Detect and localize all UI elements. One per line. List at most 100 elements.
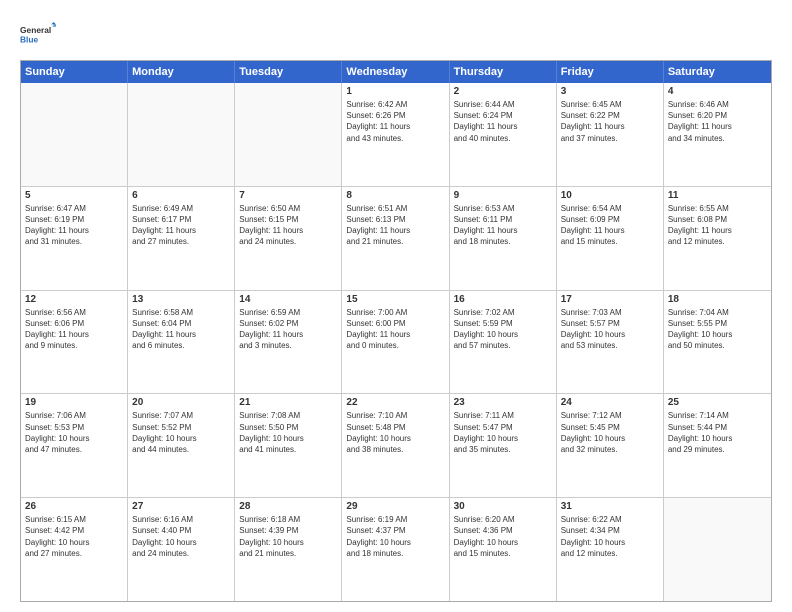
header-day: Friday: [557, 61, 664, 83]
day-info: Sunrise: 6:20 AM Sunset: 4:36 PM Dayligh…: [454, 514, 552, 559]
day-info: Sunrise: 6:44 AM Sunset: 6:24 PM Dayligh…: [454, 99, 552, 144]
calendar-cell: 13 Sunrise: 6:58 AM Sunset: 6:04 PM Dayli…: [128, 291, 235, 394]
day-info: Sunrise: 6:59 AM Sunset: 6:02 PM Dayligh…: [239, 307, 337, 352]
day-number: 23: [454, 397, 552, 408]
day-info: Sunrise: 7:12 AM Sunset: 5:45 PM Dayligh…: [561, 410, 659, 455]
day-number: 9: [454, 190, 552, 201]
day-number: 28: [239, 501, 337, 512]
day-info: Sunrise: 6:56 AM Sunset: 6:06 PM Dayligh…: [25, 307, 123, 352]
calendar-cell: 28 Sunrise: 6:18 AM Sunset: 4:39 PM Dayli…: [235, 498, 342, 601]
page: General Blue SundayMondayTuesdayWednesda…: [0, 0, 792, 612]
day-number: 2: [454, 86, 552, 97]
svg-text:Blue: Blue: [20, 34, 39, 44]
day-number: 24: [561, 397, 659, 408]
day-number: 30: [454, 501, 552, 512]
day-number: 21: [239, 397, 337, 408]
day-info: Sunrise: 7:03 AM Sunset: 5:57 PM Dayligh…: [561, 307, 659, 352]
day-info: Sunrise: 7:07 AM Sunset: 5:52 PM Dayligh…: [132, 410, 230, 455]
calendar-cell: 11 Sunrise: 6:55 AM Sunset: 6:08 PM Dayli…: [664, 187, 771, 290]
logo-svg: General Blue: [20, 16, 56, 52]
day-number: 27: [132, 501, 230, 512]
calendar-cell: 8Sunrise: 6:51 AM Sunset: 6:13 PM Daylig…: [342, 187, 449, 290]
calendar-cell: 15Sunrise: 7:00 AM Sunset: 6:00 PM Dayli…: [342, 291, 449, 394]
calendar-row: 5Sunrise: 6:47 AM Sunset: 6:19 PM Daylig…: [21, 187, 771, 291]
calendar-row: 19 Sunrise: 7:06 AM Sunset: 5:53 PM Dayli…: [21, 394, 771, 498]
day-number: 14: [239, 294, 337, 305]
day-number: 4: [668, 86, 767, 97]
day-info: Sunrise: 6:42 AM Sunset: 6:26 PM Dayligh…: [346, 99, 444, 144]
calendar-cell: 6Sunrise: 6:49 AM Sunset: 6:17 PM Daylig…: [128, 187, 235, 290]
calendar-cell: 22 Sunrise: 7:10 AM Sunset: 5:48 PM Dayli…: [342, 394, 449, 497]
calendar-cell: [664, 498, 771, 601]
day-number: 1: [346, 86, 444, 97]
header: General Blue: [20, 16, 772, 52]
header-day: Tuesday: [235, 61, 342, 83]
calendar-row: 12 Sunrise: 6:56 AM Sunset: 6:06 PM Dayli…: [21, 291, 771, 395]
calendar-cell: [21, 83, 128, 186]
calendar-cell: 14 Sunrise: 6:59 AM Sunset: 6:02 PM Dayli…: [235, 291, 342, 394]
calendar-cell: 30 Sunrise: 6:20 AM Sunset: 4:36 PM Dayli…: [450, 498, 557, 601]
calendar-cell: 27Sunrise: 6:16 AM Sunset: 4:40 PM Dayli…: [128, 498, 235, 601]
calendar-cell: 26 Sunrise: 6:15 AM Sunset: 4:42 PM Dayli…: [21, 498, 128, 601]
day-number: 10: [561, 190, 659, 201]
day-info: Sunrise: 7:10 AM Sunset: 5:48 PM Dayligh…: [346, 410, 444, 455]
calendar-row: 1 Sunrise: 6:42 AM Sunset: 6:26 PM Daylig…: [21, 83, 771, 187]
header-day: Monday: [128, 61, 235, 83]
header-day: Wednesday: [342, 61, 449, 83]
calendar-row: 26 Sunrise: 6:15 AM Sunset: 4:42 PM Dayli…: [21, 498, 771, 601]
day-number: 17: [561, 294, 659, 305]
day-number: 22: [346, 397, 444, 408]
calendar-cell: 29 Sunrise: 6:19 AM Sunset: 4:37 PM Dayli…: [342, 498, 449, 601]
calendar-cell: 31 Sunrise: 6:22 AM Sunset: 4:34 PM Dayli…: [557, 498, 664, 601]
day-number: 18: [668, 294, 767, 305]
day-info: Sunrise: 7:04 AM Sunset: 5:55 PM Dayligh…: [668, 307, 767, 352]
calendar-cell: 5Sunrise: 6:47 AM Sunset: 6:19 PM Daylig…: [21, 187, 128, 290]
calendar-cell: 20 Sunrise: 7:07 AM Sunset: 5:52 PM Dayli…: [128, 394, 235, 497]
calendar-cell: [235, 83, 342, 186]
calendar-cell: 18 Sunrise: 7:04 AM Sunset: 5:55 PM Dayli…: [664, 291, 771, 394]
day-info: Sunrise: 6:51 AM Sunset: 6:13 PM Dayligh…: [346, 203, 444, 248]
day-number: 3: [561, 86, 659, 97]
day-info: Sunrise: 6:46 AM Sunset: 6:20 PM Dayligh…: [668, 99, 767, 144]
day-number: 11: [668, 190, 767, 201]
calendar-cell: 10 Sunrise: 6:54 AM Sunset: 6:09 PM Dayli…: [557, 187, 664, 290]
header-day: Saturday: [664, 61, 771, 83]
header-day: Thursday: [450, 61, 557, 83]
day-info: Sunrise: 6:19 AM Sunset: 4:37 PM Dayligh…: [346, 514, 444, 559]
day-info: Sunrise: 6:58 AM Sunset: 6:04 PM Dayligh…: [132, 307, 230, 352]
day-number: 16: [454, 294, 552, 305]
calendar-cell: 21 Sunrise: 7:08 AM Sunset: 5:50 PM Dayli…: [235, 394, 342, 497]
day-info: Sunrise: 6:45 AM Sunset: 6:22 PM Dayligh…: [561, 99, 659, 144]
day-info: Sunrise: 6:47 AM Sunset: 6:19 PM Dayligh…: [25, 203, 123, 248]
calendar-cell: 23 Sunrise: 7:11 AM Sunset: 5:47 PM Dayli…: [450, 394, 557, 497]
calendar-cell: 7Sunrise: 6:50 AM Sunset: 6:15 PM Daylig…: [235, 187, 342, 290]
calendar-cell: 4 Sunrise: 6:46 AM Sunset: 6:20 PM Daylig…: [664, 83, 771, 186]
day-info: Sunrise: 6:55 AM Sunset: 6:08 PM Dayligh…: [668, 203, 767, 248]
day-number: 31: [561, 501, 659, 512]
day-info: Sunrise: 7:11 AM Sunset: 5:47 PM Dayligh…: [454, 410, 552, 455]
day-number: 13: [132, 294, 230, 305]
calendar-body: 1 Sunrise: 6:42 AM Sunset: 6:26 PM Daylig…: [21, 83, 771, 601]
day-info: Sunrise: 6:18 AM Sunset: 4:39 PM Dayligh…: [239, 514, 337, 559]
calendar-cell: 25Sunrise: 7:14 AM Sunset: 5:44 PM Dayli…: [664, 394, 771, 497]
day-info: Sunrise: 6:15 AM Sunset: 4:42 PM Dayligh…: [25, 514, 123, 559]
day-number: 20: [132, 397, 230, 408]
calendar-cell: 9Sunrise: 6:53 AM Sunset: 6:11 PM Daylig…: [450, 187, 557, 290]
calendar-cell: 24 Sunrise: 7:12 AM Sunset: 5:45 PM Dayli…: [557, 394, 664, 497]
calendar: SundayMondayTuesdayWednesdayThursdayFrid…: [20, 60, 772, 602]
calendar-cell: 19 Sunrise: 7:06 AM Sunset: 5:53 PM Dayli…: [21, 394, 128, 497]
day-info: Sunrise: 6:22 AM Sunset: 4:34 PM Dayligh…: [561, 514, 659, 559]
day-number: 6: [132, 190, 230, 201]
day-number: 12: [25, 294, 123, 305]
day-number: 26: [25, 501, 123, 512]
calendar-header: SundayMondayTuesdayWednesdayThursdayFrid…: [21, 61, 771, 83]
header-day: Sunday: [21, 61, 128, 83]
day-info: Sunrise: 6:50 AM Sunset: 6:15 PM Dayligh…: [239, 203, 337, 248]
day-info: Sunrise: 6:54 AM Sunset: 6:09 PM Dayligh…: [561, 203, 659, 248]
calendar-cell: 3 Sunrise: 6:45 AM Sunset: 6:22 PM Daylig…: [557, 83, 664, 186]
day-info: Sunrise: 7:08 AM Sunset: 5:50 PM Dayligh…: [239, 410, 337, 455]
day-info: Sunrise: 7:06 AM Sunset: 5:53 PM Dayligh…: [25, 410, 123, 455]
day-number: 19: [25, 397, 123, 408]
logo: General Blue: [20, 16, 56, 52]
day-number: 29: [346, 501, 444, 512]
